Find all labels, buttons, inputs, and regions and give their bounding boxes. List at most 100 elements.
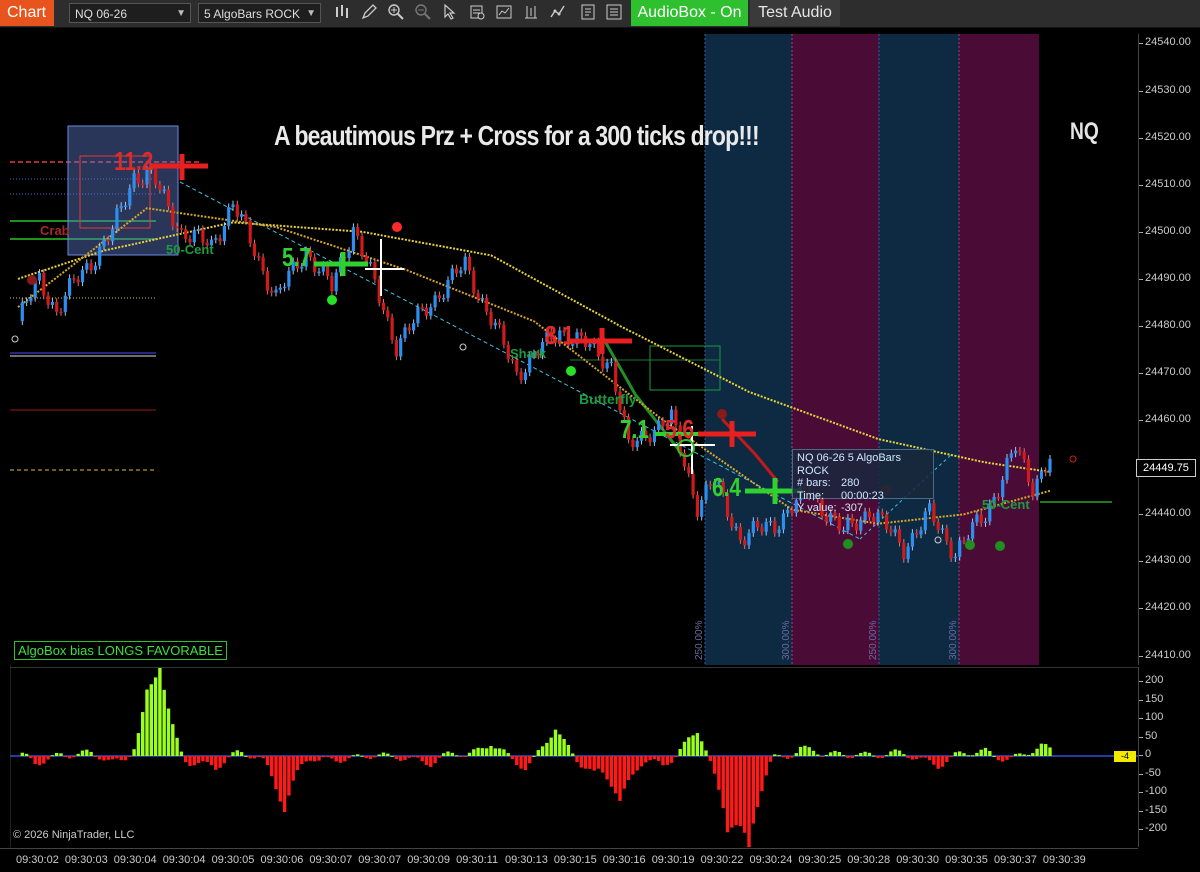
indicator-bar-negative — [635, 756, 639, 771]
indicator-axis-tick — [1139, 810, 1143, 812]
indicator-bar-positive — [691, 735, 695, 756]
price-bar-down — [261, 257, 265, 271]
indicator-axis-tick — [1139, 829, 1143, 830]
bar-style-icon[interactable] — [332, 4, 352, 22]
indicator-bar-positive — [442, 753, 446, 756]
price-bar-up — [910, 532, 914, 547]
indicator-axis-label: -200 — [1145, 822, 1168, 834]
price-axis-tick — [1139, 373, 1143, 375]
indicator-bar-negative — [300, 756, 304, 765]
indicator-panel[interactable] — [10, 666, 1138, 848]
indicator-bar-negative — [201, 756, 205, 762]
price-bar-up — [369, 262, 373, 264]
price-bar-down — [476, 293, 480, 300]
price-bar-down — [515, 360, 519, 372]
bar-type-dropdown[interactable]: 5 AlgoBars ROCK ▼ — [198, 3, 321, 23]
pointer-icon[interactable] — [440, 3, 460, 22]
price-bar-down — [614, 361, 618, 392]
indicator-bar-positive — [50, 755, 55, 757]
indicator-bar-negative — [257, 756, 261, 757]
tooltip-value: 00:00:23 — [841, 489, 884, 502]
price-bar-up — [786, 509, 790, 514]
indicator-bar-negative — [321, 756, 325, 758]
indicator-bar-positive — [992, 755, 996, 757]
indicator-bar-negative — [347, 756, 351, 759]
time-axis-label: 09:30:16 — [602, 854, 646, 866]
indicator-bar-positive — [506, 753, 510, 756]
swing-dot — [27, 275, 37, 285]
indicator-bar-positive — [983, 747, 988, 756]
price-bar-down — [437, 295, 441, 299]
indicator-bar-positive — [467, 752, 472, 756]
price-bar-up — [278, 287, 282, 290]
price-bar-down — [218, 238, 222, 242]
chart-tab[interactable]: Chart — [0, 0, 54, 26]
price-bar-down — [166, 189, 171, 207]
indicator-bar-positive — [798, 746, 803, 756]
price-bar-down — [824, 516, 828, 522]
price-bar-down — [158, 184, 162, 190]
price-bar-up — [1035, 478, 1039, 497]
time-axis-label: 09:30:07 — [309, 854, 353, 866]
price-bar-down — [76, 279, 80, 283]
indicators-icon[interactable] — [494, 4, 514, 22]
indicator-axis-label: 50 — [1145, 729, 1158, 742]
indicator-bar-negative — [416, 756, 420, 758]
chart-toolbar: Chart NQ 06-26 ▼ 5 AlgoBars ROCK ▼ Audio… — [0, 0, 1200, 28]
price-bar-up — [523, 372, 527, 381]
indicator-bar-negative — [403, 756, 407, 760]
price-axis-label: 24540.00 — [1145, 36, 1191, 49]
price-bar-down — [55, 302, 59, 312]
indicator-bar-positive — [136, 733, 141, 756]
price-axis-tick — [1139, 420, 1143, 422]
test-audio-button[interactable]: Test Audio — [750, 0, 840, 26]
price-bar-down — [730, 516, 734, 527]
indicator-bar-negative — [669, 756, 674, 763]
tooltip-key: Time: — [797, 489, 825, 502]
time-axis-label: 09:30:05 — [211, 854, 255, 866]
line-chart-icon[interactable] — [548, 4, 568, 22]
draw-pencil-icon[interactable] — [359, 4, 379, 22]
properties-icon[interactable] — [467, 4, 487, 22]
instrument-dropdown[interactable]: NQ 06-26 ▼ — [69, 3, 191, 23]
indicator-bar-negative — [661, 756, 665, 766]
price-bar-down — [498, 322, 502, 325]
bar-type-dropdown-label: 5 AlgoBars ROCK — [204, 7, 301, 21]
indicator-bar-positive — [356, 754, 360, 756]
indicator-bar-positive — [145, 689, 149, 756]
price-bar-up — [781, 513, 785, 530]
price-bar-down — [962, 540, 966, 542]
tooltip-key: Y value: — [797, 502, 837, 514]
time-axis-label: 09:30:22 — [700, 854, 744, 866]
indicator-bar-negative — [519, 756, 523, 769]
audiobox-toggle-button[interactable]: AudioBox - On — [631, 0, 748, 26]
price-axis[interactable]: 24540.00 24530.00 24520.00 24510.00 24500.00… — [1138, 34, 1200, 665]
price-bar-down — [489, 311, 493, 326]
zoom-in-icon[interactable] — [386, 4, 406, 22]
indicator-bar-positive — [811, 750, 816, 756]
price-axis-label: 24510.00 — [1145, 177, 1191, 190]
time-axis: 09:30:02 09:30:03 09:30:04 09:30:04 09:30:05… — [0, 848, 1138, 872]
indicator-bar-positive — [89, 751, 93, 756]
indicator-axis-tick — [1139, 718, 1143, 719]
price-bar-down — [756, 520, 760, 528]
indicator-bar-negative — [29, 756, 33, 759]
swing-dot — [717, 409, 727, 419]
templates-icon[interactable] — [578, 4, 598, 22]
price-bar-down — [59, 311, 63, 314]
price-bar-up — [429, 307, 433, 316]
zoom-out-icon[interactable] — [413, 4, 433, 22]
indicator-bar-negative — [304, 756, 308, 762]
indicator-bar-positive — [153, 677, 158, 756]
indicator-bar-positive — [351, 755, 356, 757]
instrument-dropdown-label: NQ 06-26 — [75, 7, 128, 21]
strategies-icon[interactable] — [521, 4, 541, 22]
indicator-bar-negative — [592, 756, 596, 771]
price-bar-up — [747, 533, 751, 546]
price-bar-up — [450, 268, 454, 281]
bias-indicator: AlgoBox bias LONGS FAVORABLE — [14, 641, 227, 660]
data-box-icon[interactable] — [604, 4, 624, 22]
blue-zone-2 — [879, 34, 959, 665]
indicator-bar-negative — [936, 756, 940, 769]
indicator-axis-label: 200 — [1145, 674, 1164, 686]
